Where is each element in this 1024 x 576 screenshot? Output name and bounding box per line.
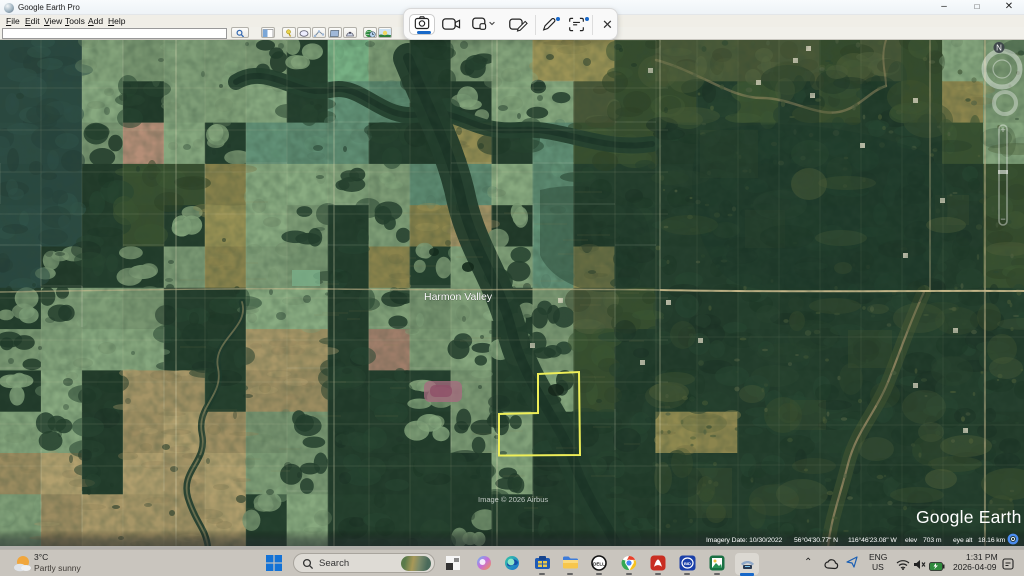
svg-text:703 m: 703 m	[923, 537, 942, 544]
svg-text:−: −	[1000, 214, 1005, 224]
svg-text:Imagery Date: 10/30/2022: Imagery Date: 10/30/2022	[706, 537, 783, 544]
svg-text:Google Earth: Google Earth	[916, 507, 1022, 527]
svg-text:eye alt: eye alt	[953, 537, 973, 544]
svg-text:BID: BID	[684, 561, 691, 566]
svg-text:Harmon Valley: Harmon Valley	[424, 291, 493, 303]
svg-text:56°04'30.77" N: 56°04'30.77" N	[794, 536, 838, 544]
svg-text:elev: elev	[905, 537, 918, 544]
svg-text:18.16 km: 18.16 km	[978, 537, 1006, 544]
svg-text:116°46'23.08" W: 116°46'23.08" W	[848, 536, 897, 544]
svg-text:Image © 2026 Airbus: Image © 2026 Airbus	[478, 495, 548, 504]
svg-text:N: N	[996, 44, 1002, 53]
svg-text:DELL: DELL	[593, 562, 605, 567]
svg-text:+: +	[1000, 125, 1005, 135]
